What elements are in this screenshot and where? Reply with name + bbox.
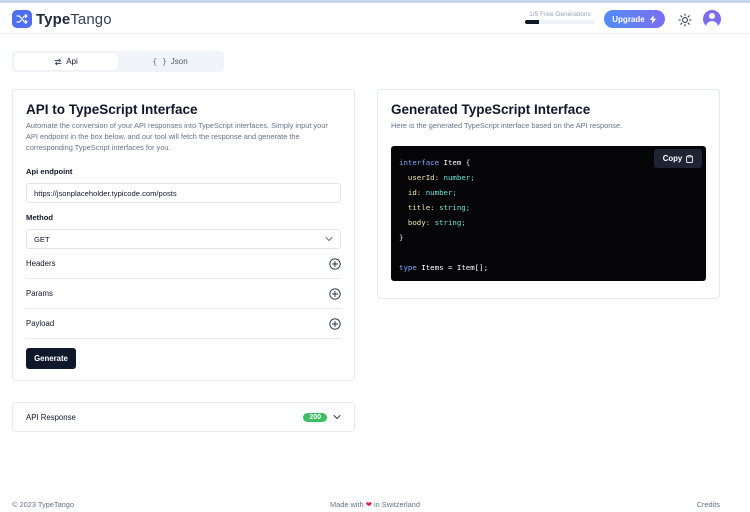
generations-progress-bar (525, 20, 595, 24)
chevron-down-icon[interactable] (333, 414, 341, 420)
bolt-icon (649, 14, 656, 24)
tab-json-label: Json (170, 57, 188, 66)
tab-api[interactable]: Api (14, 53, 118, 70)
tab-api-label: Api (66, 57, 78, 66)
braces-icon: { } (152, 57, 167, 66)
made-with: Made with ❤ in Switzerland (0, 500, 750, 509)
generate-button[interactable]: Generate (26, 348, 76, 369)
code-field-name: body: (407, 218, 431, 227)
chevron-down-icon (325, 237, 333, 242)
app-header: TypeTango 1/5 Free Generations Upgrade (0, 3, 750, 34)
code-field-name: id: (407, 188, 422, 197)
code-line: type Items = Item[]; (399, 260, 698, 275)
clipboard-icon (686, 154, 694, 163)
endpoint-label: Api endpoint (26, 167, 73, 176)
api-to-ts-card: API to TypeScript Interface Automate the… (12, 89, 355, 381)
logo-text: TypeTango (36, 11, 112, 28)
swap-icon (54, 58, 62, 65)
generations-meter: 1/5 Free Generations (525, 11, 595, 24)
api-response-panel[interactable]: API Response 200 (12, 402, 355, 432)
copy-button[interactable]: Copy (654, 149, 702, 168)
code-line: } (399, 230, 698, 245)
avatar-body (706, 21, 718, 28)
params-section[interactable]: Params (26, 279, 341, 309)
generations-label: 1/5 Free Generations (529, 11, 591, 18)
code-identifier: Items (421, 263, 444, 272)
made-suffix: in Switzerland (374, 500, 421, 509)
code-field-type: string; (434, 218, 466, 227)
code-assignment: = Item[]; (447, 263, 489, 272)
code-field-name: title: (407, 203, 435, 212)
endpoint-input[interactable]: https://jsonplaceholder.typicode.com/pos… (26, 183, 341, 203)
code-identifier: Item (443, 158, 462, 167)
code-block[interactable]: Copy interface Item { userId: number; id… (391, 146, 706, 281)
payload-label: Payload (26, 319, 55, 328)
payload-section[interactable]: Payload (26, 309, 341, 339)
params-label: Params (26, 289, 53, 298)
logo[interactable]: TypeTango (12, 10, 112, 28)
copy-label: Copy (662, 154, 683, 163)
plus-circle-icon[interactable] (329, 287, 341, 300)
upgrade-label: Upgrade (612, 14, 645, 24)
code-brace: } (399, 233, 404, 242)
code-brace: { (465, 158, 471, 167)
made-prefix: Made with (329, 500, 364, 509)
tab-json[interactable]: { } Json (118, 53, 222, 70)
api-response-label: API Response (26, 412, 76, 422)
generated-interface-card: Generated TypeScript Interface Here is t… (377, 89, 720, 299)
avatar-head (709, 13, 715, 19)
mode-tabs: Api { } Json (12, 51, 224, 72)
sun-icon[interactable] (678, 13, 692, 27)
plus-circle-icon[interactable] (329, 257, 341, 270)
code-field-type: string; (439, 203, 471, 212)
endpoint-value: https://jsonplaceholder.typicode.com/pos… (34, 188, 177, 198)
code-line: id: number; (399, 185, 698, 200)
logo-text-bold: Type (36, 10, 71, 28)
footer: © 2023 TypeTango Made with ❤ in Switzerl… (0, 500, 750, 512)
card-description: Here is the generated TypeScript interfa… (391, 121, 623, 130)
code-keyword: type (399, 263, 417, 272)
headers-section[interactable]: Headers (26, 249, 341, 279)
code-line: userId: number; (399, 170, 698, 185)
heart-icon: ❤ (365, 500, 372, 509)
code-field-type: number; (425, 188, 457, 197)
plus-circle-icon[interactable] (329, 317, 341, 330)
api-response-status: 200 (303, 412, 341, 422)
code-field-name: userId: (407, 173, 440, 182)
code-field-type: number; (443, 173, 475, 182)
request-sections: Headers Params Payload (26, 249, 341, 339)
avatar[interactable] (703, 10, 721, 28)
card-title: API to TypeScript Interface (26, 102, 198, 117)
method-label: Method (26, 213, 53, 222)
card-title: Generated TypeScript Interface (391, 102, 591, 117)
status-badge: 200 (303, 412, 327, 422)
generations-progress-fill (525, 20, 539, 24)
code-line: title: string; (399, 200, 698, 215)
method-select[interactable]: GET (26, 229, 341, 249)
credits-link[interactable]: Credits (697, 500, 720, 509)
method-value: GET (34, 234, 50, 244)
card-description: Automate the conversion of your API resp… (26, 121, 328, 152)
headers-label: Headers (26, 259, 56, 268)
logo-text-light: Tango (70, 10, 112, 28)
code-keyword: interface (399, 158, 440, 167)
code-line: body: string; (399, 215, 698, 230)
upgrade-button[interactable]: Upgrade (604, 10, 665, 28)
shuffle-icon (12, 10, 32, 28)
